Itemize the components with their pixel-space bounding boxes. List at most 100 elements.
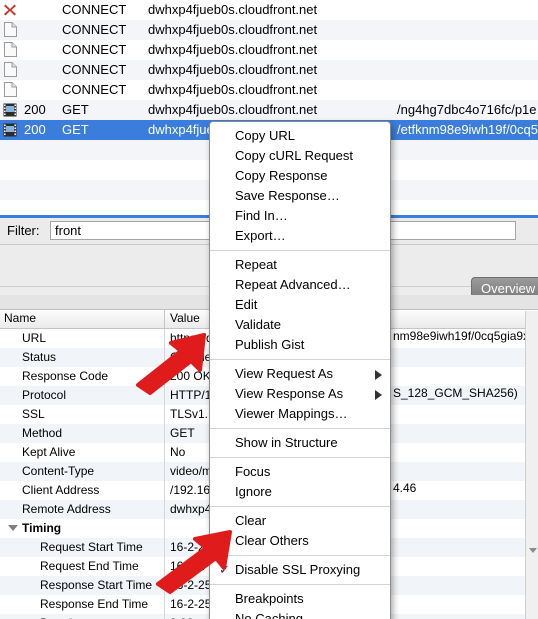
menu-item-label: View Request As (235, 366, 334, 381)
menu-separator (210, 506, 390, 507)
cell-divider (164, 500, 165, 519)
menu-item-label: Show in Structure (235, 435, 338, 450)
property-name: Request End Time (40, 559, 139, 573)
menu-item-label: View Response As (235, 386, 344, 401)
row-type-icon (0, 20, 20, 40)
property-name: Method (22, 426, 63, 440)
context-menu[interactable]: Copy URL Copy cURL Request Copy Response Sa… (209, 121, 391, 619)
menu-item[interactable]: Export… (210, 226, 390, 246)
menu-item[interactable]: Viewer Mappings… (210, 404, 390, 424)
property-name: URL (22, 331, 47, 345)
annotation-arrow-value-column (136, 333, 206, 395)
table-row[interactable]: CONNECT dwhxp4fjueb0s.cloudfront.net (0, 40, 538, 60)
property-value: 16-2-25 (170, 597, 212, 611)
property-value: 9.06 se (170, 614, 209, 619)
property-name: Response Code (22, 369, 109, 383)
menu-item[interactable]: Clear Others (210, 531, 390, 551)
table-row[interactable]: 200 GET dwhxp4fjueb0s.cloudfront.net/ng4hg… (0, 100, 538, 120)
row-type-icon (0, 100, 20, 120)
menu-item[interactable]: Repeat (210, 255, 390, 275)
menu-item-label: Disable SSL Proxying (235, 562, 361, 577)
menu-item-label: Focus (235, 464, 271, 479)
charles-proxy-window: CONNECT dwhxp4fjueb0s.cloudfront.net CONNE… (0, 0, 538, 619)
property-value: video/m (170, 464, 213, 478)
row-type-icon (0, 80, 20, 100)
menu-separator (210, 250, 390, 251)
menu-item[interactable]: Save Response… (210, 186, 390, 206)
cell-method: GET (62, 122, 89, 137)
menu-item[interactable]: Validate (210, 315, 390, 335)
cell-host: dwhxp4fjueb0s.cloudfront.net (148, 22, 318, 37)
menu-item-label: Copy cURL Request (235, 148, 354, 163)
menu-item[interactable]: Copy Response (210, 166, 390, 186)
cell-status-code: 200 (24, 122, 46, 137)
menu-item-label: Copy URL (235, 128, 295, 143)
table-row[interactable]: CONNECT dwhxp4fjueb0s.cloudfront.net (0, 60, 538, 80)
property-name: Response Start Time (40, 578, 153, 592)
annotation-arrow-disable-ssl (156, 530, 232, 594)
menu-item[interactable]: No Caching (210, 609, 390, 619)
row-type-icon (0, 60, 20, 80)
cell-host: dwhxp4fjueb0s.cloudfront.net (148, 62, 318, 77)
cell-divider (164, 614, 165, 619)
menu-item[interactable]: Clear (210, 511, 390, 531)
menu-item[interactable]: Breakpoints (210, 589, 390, 609)
cell-method: CONNECT (62, 2, 127, 17)
menu-item[interactable]: Edit (210, 295, 390, 315)
property-name: Client Address (22, 483, 100, 497)
menu-item-label: Validate (235, 317, 282, 332)
cell-path: /etfknm98e9iwh19f/0cq5gia9xl/5 (397, 122, 538, 137)
menu-item[interactable]: ✓Disable SSL Proxying (210, 560, 390, 580)
header-value: Value (170, 311, 200, 325)
cell-divider (164, 424, 165, 443)
row-type-icon (0, 0, 20, 20)
menu-item-label: Publish Gist (235, 337, 305, 352)
menu-item[interactable]: Show in Structure (210, 433, 390, 453)
menu-item-label: Export… (235, 228, 286, 243)
cell-divider (164, 595, 165, 614)
table-row[interactable]: CONNECT dwhxp4fjueb0s.cloudfront.net (0, 80, 538, 100)
property-name: Timing (22, 521, 62, 535)
property-name: Content-Type (22, 464, 95, 478)
property-name: Protocol (22, 388, 67, 402)
header-divider (164, 310, 165, 328)
document-icon (3, 22, 17, 38)
cell-method: CONNECT (62, 62, 127, 77)
menu-item[interactable]: Publish Gist (210, 335, 390, 355)
menu-item-label: Copy Response (235, 168, 328, 183)
menu-item-label: Find In… (235, 208, 288, 223)
menu-item[interactable]: View Request As (210, 364, 390, 384)
error-x-icon (4, 4, 16, 16)
menu-item-label: Ignore (235, 484, 272, 499)
submenu-arrow-icon (375, 370, 382, 380)
menu-item[interactable]: Copy cURL Request (210, 146, 390, 166)
cell-divider (164, 443, 165, 462)
menu-item[interactable]: Find In… (210, 206, 390, 226)
menu-item-label: Clear (235, 513, 267, 528)
menu-item[interactable]: Focus (210, 462, 390, 482)
menu-item[interactable]: Repeat Advanced… (210, 275, 390, 295)
menu-item-label: Repeat (235, 257, 277, 272)
property-name: Kept Alive (22, 445, 76, 459)
menu-item[interactable]: View Response As (210, 384, 390, 404)
menu-item[interactable]: Copy URL (210, 126, 390, 146)
disclosure-triangle-icon[interactable] (8, 525, 18, 531)
cell-divider (164, 462, 165, 481)
document-icon (3, 82, 17, 98)
table-row[interactable]: CONNECT dwhxp4fjueb0s.cloudfront.net (0, 20, 538, 40)
video-icon (3, 103, 17, 117)
table-row[interactable]: CONNECT dwhxp4fjueb0s.cloudfront.net (0, 0, 538, 20)
property-value: No (170, 445, 186, 459)
url-value-overflow: nm98e9iwh19f/0cq5gia9xl/5 (393, 329, 538, 343)
menu-item[interactable]: Ignore (210, 482, 390, 502)
chevron-down-icon[interactable] (529, 548, 537, 553)
row-type-icon (0, 120, 20, 140)
video-icon (3, 123, 17, 137)
properties-scrollbar[interactable] (525, 311, 538, 619)
property-name: Status (22, 350, 57, 364)
cell-method: CONNECT (62, 82, 127, 97)
document-icon (3, 42, 17, 58)
remote-address-value-overflow: 4.46 (393, 481, 417, 495)
cell-host: dwhxp4fjueb0s.cloudfront.net (148, 102, 318, 117)
property-name: Remote Address (22, 502, 111, 516)
